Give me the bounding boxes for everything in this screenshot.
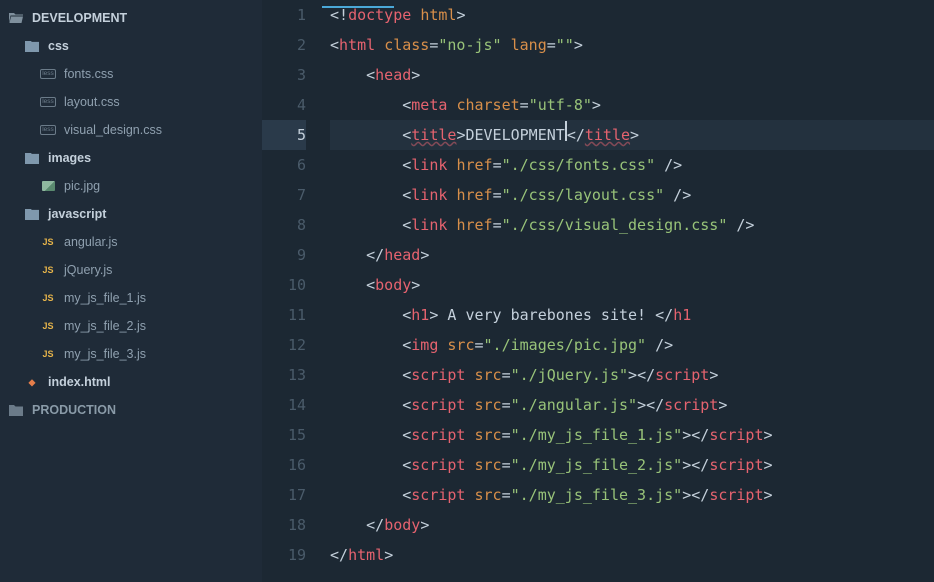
code-line: <img src="./images/pic.jpg" /> — [330, 330, 934, 360]
tree-file-css[interactable]: less visual_design.css — [0, 116, 262, 144]
code-line: <script src="./my_js_file_2.js"></script… — [330, 450, 934, 480]
code-line: <h1> A very barebones site! </h1 — [330, 300, 934, 330]
folder-icon — [24, 206, 40, 222]
code-line: <meta charset="utf-8"> — [330, 90, 934, 120]
tree-folder-images[interactable]: images — [0, 144, 262, 172]
tree-file-label: pic.jpg — [64, 179, 100, 193]
code-line: <link href="./css/fonts.css" /> — [330, 150, 934, 180]
line-number: 19 — [262, 540, 306, 570]
less-icon: less — [40, 94, 56, 110]
code-line: </head> — [330, 240, 934, 270]
line-number-gutter: 1 2 3 4 5 6 7 8 9 10 11 12 13 14 15 16 1… — [262, 0, 322, 582]
code-line-active: <title>DEVELOPMENT</title> — [330, 120, 934, 150]
tree-file-label: my_js_file_2.js — [64, 319, 146, 333]
line-number: 2 — [262, 30, 306, 60]
tree-root-production[interactable]: PRODUCTION — [0, 396, 262, 424]
code-area[interactable]: <!doctype html> <html class="no-js" lang… — [322, 0, 934, 582]
line-number: 9 — [262, 240, 306, 270]
tree-file-image[interactable]: pic.jpg — [0, 172, 262, 200]
code-line: </body> — [330, 510, 934, 540]
line-number: 13 — [262, 360, 306, 390]
tree-file-js[interactable]: JS angular.js — [0, 228, 262, 256]
js-icon: JS — [40, 234, 56, 250]
tree-file-js[interactable]: JS my_js_file_1.js — [0, 284, 262, 312]
js-icon: JS — [40, 290, 56, 306]
less-icon: less — [40, 66, 56, 82]
tree-file-label: my_js_file_3.js — [64, 347, 146, 361]
tree-folder-label: css — [48, 39, 69, 53]
less-icon: less — [40, 122, 56, 138]
tree-file-label: my_js_file_1.js — [64, 291, 146, 305]
tree-file-label: index.html — [48, 375, 111, 389]
code-line: <script src="./my_js_file_1.js"></script… — [330, 420, 934, 450]
js-icon: JS — [40, 346, 56, 362]
code-line: <script src="./jQuery.js"></script> — [330, 360, 934, 390]
folder-open-icon — [8, 10, 24, 26]
tree-file-html-active[interactable]: ◆ index.html — [0, 368, 262, 396]
folder-closed-icon — [8, 402, 24, 418]
code-line: <head> — [330, 60, 934, 90]
code-line: <link href="./css/layout.css" /> — [330, 180, 934, 210]
tree-file-label: layout.css — [64, 95, 120, 109]
line-number: 6 — [262, 150, 306, 180]
image-icon — [40, 178, 56, 194]
tree-root-label: DEVELOPMENT — [32, 11, 127, 25]
code-line: <script src="./angular.js"></script> — [330, 390, 934, 420]
tree-file-js[interactable]: JS jQuery.js — [0, 256, 262, 284]
code-editor[interactable]: 1 2 3 4 5 6 7 8 9 10 11 12 13 14 15 16 1… — [262, 0, 934, 582]
line-number: 4 — [262, 90, 306, 120]
line-number-active: 5 — [262, 120, 306, 150]
code-line: <link href="./css/visual_design.css" /> — [330, 210, 934, 240]
js-icon: JS — [40, 262, 56, 278]
folder-icon — [24, 150, 40, 166]
line-number: 3 — [262, 60, 306, 90]
line-number: 1 — [262, 0, 306, 30]
tree-file-css[interactable]: less layout.css — [0, 88, 262, 116]
line-number: 14 — [262, 390, 306, 420]
tree-file-label: angular.js — [64, 235, 118, 249]
code-line: <html class="no-js" lang=""> — [330, 30, 934, 60]
tree-file-label: fonts.css — [64, 67, 113, 81]
tree-folder-label: javascript — [48, 207, 106, 221]
tree-file-label: jQuery.js — [64, 263, 112, 277]
tree-folder-css[interactable]: css — [0, 32, 262, 60]
line-number: 15 — [262, 420, 306, 450]
tree-file-js[interactable]: JS my_js_file_3.js — [0, 340, 262, 368]
tree-root-label: PRODUCTION — [32, 403, 116, 417]
tree-file-css[interactable]: less fonts.css — [0, 60, 262, 88]
code-line: </html> — [330, 540, 934, 570]
tree-file-js[interactable]: JS my_js_file_2.js — [0, 312, 262, 340]
line-number: 10 — [262, 270, 306, 300]
code-line: <body> — [330, 270, 934, 300]
line-number: 7 — [262, 180, 306, 210]
line-number: 17 — [262, 480, 306, 510]
line-number: 18 — [262, 510, 306, 540]
code-line: <!doctype html> — [330, 0, 934, 30]
js-icon: JS — [40, 318, 56, 334]
html-icon: ◆ — [24, 374, 40, 390]
line-number: 11 — [262, 300, 306, 330]
line-number: 8 — [262, 210, 306, 240]
code-line: <script src="./my_js_file_3.js"></script… — [330, 480, 934, 510]
folder-icon — [24, 38, 40, 54]
tree-folder-label: images — [48, 151, 91, 165]
file-tree-sidebar[interactable]: DEVELOPMENT css less fonts.css less layo… — [0, 0, 262, 582]
tree-file-label: visual_design.css — [64, 123, 162, 137]
line-number: 12 — [262, 330, 306, 360]
tree-folder-javascript[interactable]: javascript — [0, 200, 262, 228]
tree-root-development[interactable]: DEVELOPMENT — [0, 4, 262, 32]
line-number: 16 — [262, 450, 306, 480]
